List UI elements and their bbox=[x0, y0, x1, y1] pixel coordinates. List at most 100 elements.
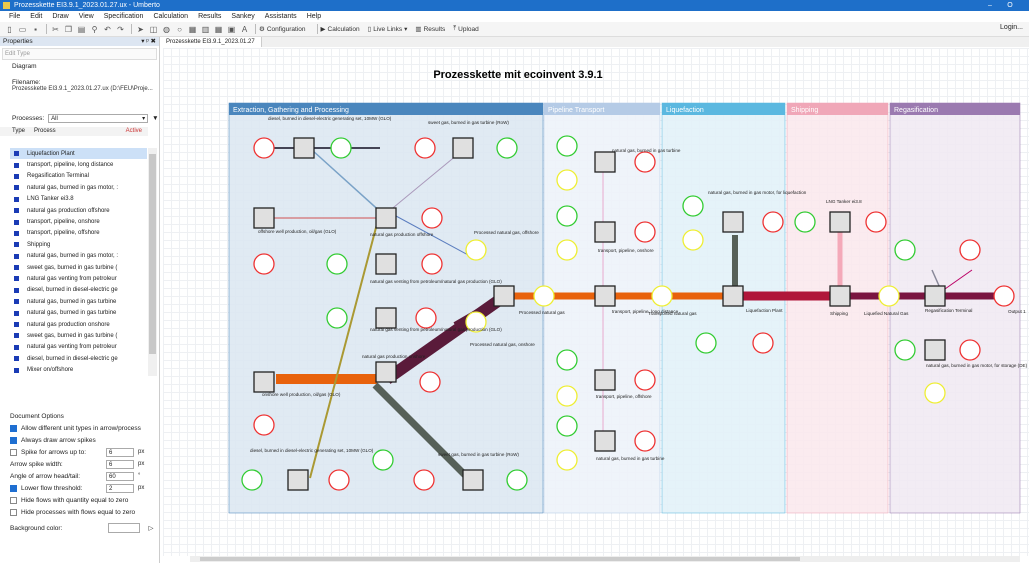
copy-icon[interactable]: ❐ bbox=[63, 24, 74, 35]
bg-color-picker[interactable] bbox=[108, 523, 140, 533]
process-box[interactable] bbox=[462, 469, 484, 491]
flow-place-circle[interactable] bbox=[465, 239, 487, 261]
open-icon[interactable]: ▭ bbox=[17, 24, 28, 35]
flow-place-circle[interactable] bbox=[682, 195, 704, 217]
flow-place-circle[interactable] bbox=[326, 307, 348, 329]
always-spikes-checkbox[interactable] bbox=[10, 436, 17, 444]
process-box[interactable] bbox=[253, 371, 275, 393]
lower-flow-checkbox[interactable] bbox=[10, 484, 17, 492]
process-box[interactable] bbox=[594, 430, 616, 452]
flow-place-circle[interactable] bbox=[651, 285, 673, 307]
spike-width-input[interactable]: 6 bbox=[106, 459, 134, 469]
minimize-button[interactable]: – bbox=[981, 0, 999, 11]
process-list-item[interactable]: transport, pipeline, long distance bbox=[10, 159, 147, 170]
process-list-item[interactable]: Liquefaction Plant bbox=[10, 148, 147, 160]
flow-place-circle[interactable] bbox=[556, 449, 578, 471]
text-icon[interactable]: A bbox=[239, 24, 250, 35]
process-box[interactable] bbox=[722, 211, 744, 233]
process-box[interactable] bbox=[594, 151, 616, 173]
table-icon[interactable]: ▥ bbox=[200, 24, 211, 35]
diagram-canvas[interactable]: Prozesskette mit ecoinvent 3.9.1 Extract… bbox=[163, 48, 1029, 556]
flow-place-circle[interactable] bbox=[330, 137, 352, 159]
results-button[interactable]: ▥ Results bbox=[415, 25, 445, 34]
flow-place-circle[interactable] bbox=[924, 382, 946, 404]
restore-button[interactable]: O bbox=[1001, 0, 1019, 11]
lower-flow-input[interactable]: 2 bbox=[106, 483, 134, 493]
process-box[interactable] bbox=[293, 137, 315, 159]
process-box[interactable] bbox=[287, 469, 309, 491]
process-list-item[interactable]: natural gas, burned in gas motor, : bbox=[10, 251, 147, 262]
layout-icon[interactable]: ▦ bbox=[213, 24, 224, 35]
flow-place-circle[interactable] bbox=[506, 469, 528, 491]
process-box[interactable] bbox=[722, 285, 744, 307]
flow-place-circle[interactable] bbox=[556, 385, 578, 407]
flow-place-circle[interactable] bbox=[372, 449, 394, 471]
flow-place-circle[interactable] bbox=[634, 430, 656, 452]
process-box[interactable] bbox=[452, 137, 474, 159]
process-list-item[interactable]: natural gas production offshore bbox=[10, 205, 147, 216]
allow-diff-option[interactable]: Allow different unit types in arrow/proc… bbox=[10, 422, 158, 434]
process-list-item[interactable]: transport, pipeline, onshore bbox=[10, 216, 147, 227]
flow-place-circle[interactable] bbox=[253, 137, 275, 159]
menu-sankey[interactable]: Sankey bbox=[226, 11, 259, 22]
flow-place-circle[interactable] bbox=[752, 332, 774, 354]
hide-processes-checkbox[interactable] bbox=[10, 508, 17, 516]
flow-place-circle[interactable] bbox=[421, 253, 443, 275]
process-list-item[interactable]: LNG Tanker ei3.8 bbox=[10, 194, 147, 205]
menu-specification[interactable]: Specification bbox=[99, 11, 149, 22]
panel-controls[interactable]: ▾ ᵖ ✖ bbox=[141, 37, 156, 46]
process-list-scrollbar[interactable] bbox=[148, 148, 157, 376]
processes-filter-select[interactable]: All ▾ bbox=[48, 114, 149, 123]
process-list-item[interactable]: natural gas venting from petroleur bbox=[10, 342, 147, 353]
process-list-item[interactable]: sweet gas, burned in gas turbine ( bbox=[10, 330, 147, 341]
edit-type-field[interactable]: Edit Type bbox=[2, 48, 157, 60]
hide-processes-option[interactable]: Hide processes with flows equal to zero bbox=[10, 506, 158, 518]
flow-place-circle[interactable] bbox=[326, 253, 348, 275]
upload-button[interactable]: ⤒ Upload bbox=[453, 25, 478, 33]
always-spikes-option[interactable]: Always draw arrow spikes bbox=[10, 434, 158, 446]
process-box[interactable] bbox=[594, 285, 616, 307]
process-box[interactable] bbox=[594, 369, 616, 391]
process-list-item[interactable]: diesel, burned in diesel-electric ge bbox=[10, 285, 147, 296]
scrollbar-thumb[interactable] bbox=[200, 557, 800, 561]
flow-place-circle[interactable] bbox=[894, 239, 916, 261]
process-box[interactable] bbox=[375, 253, 397, 275]
process-box[interactable] bbox=[594, 221, 616, 243]
flow-place-circle[interactable] bbox=[959, 339, 981, 361]
process-list-item[interactable]: natural gas venting from petroleur bbox=[10, 273, 147, 284]
image-icon[interactable]: ▣ bbox=[226, 24, 237, 35]
tab-prozesskette[interactable]: Prozesskette EI3.9.1_2023.01.27 bbox=[160, 37, 262, 47]
flow-place-circle[interactable] bbox=[413, 469, 435, 491]
hide-flows-option[interactable]: Hide flows with quantity equal to zero bbox=[10, 494, 158, 506]
process-box[interactable] bbox=[924, 285, 946, 307]
live-links-button[interactable]: ▯ Live Links ▾ bbox=[368, 25, 408, 34]
process-list-item[interactable]: Shipping bbox=[10, 239, 147, 250]
configuration-button[interactable]: ⚙ Configuration bbox=[259, 25, 306, 34]
color-picker-icon[interactable]: ▷ bbox=[144, 524, 158, 532]
flow-place-circle[interactable] bbox=[533, 285, 555, 307]
flow-place-circle[interactable] bbox=[415, 307, 437, 329]
col-active[interactable]: Active bbox=[126, 127, 142, 136]
allow-diff-checkbox[interactable] bbox=[10, 424, 17, 432]
process-list-item[interactable]: transport, pipeline, offshore bbox=[10, 228, 147, 239]
process-list-item[interactable]: sweet gas, burned in gas turbine ( bbox=[10, 262, 147, 273]
menu-assistants[interactable]: Assistants bbox=[260, 11, 302, 22]
flow-place-circle[interactable] bbox=[993, 285, 1015, 307]
redo-icon[interactable]: ↷ bbox=[115, 24, 126, 35]
process-list-item[interactable]: natural gas, burned in gas motor, : bbox=[10, 182, 147, 193]
login-link[interactable]: Login... bbox=[1000, 24, 1023, 31]
canvas-horizontal-scrollbar[interactable] bbox=[190, 556, 1020, 562]
flow-place-circle[interactable] bbox=[496, 137, 518, 159]
process-list-item[interactable]: natural gas, burned in gas turbine bbox=[10, 296, 147, 307]
flow-place-circle[interactable] bbox=[414, 137, 436, 159]
flow-place-circle[interactable] bbox=[241, 469, 263, 491]
flow-place-circle[interactable] bbox=[762, 211, 784, 233]
col-process[interactable]: Process bbox=[34, 127, 56, 136]
flow-place-circle[interactable] bbox=[253, 414, 275, 436]
process-box[interactable] bbox=[375, 361, 397, 383]
flow-place-circle[interactable] bbox=[682, 229, 704, 251]
grid-icon[interactable]: ▦ bbox=[187, 24, 198, 35]
calculation-button[interactable]: ▶ Calculation bbox=[321, 25, 360, 34]
angle-input[interactable]: 60 bbox=[106, 471, 134, 481]
process-box[interactable] bbox=[924, 339, 946, 361]
